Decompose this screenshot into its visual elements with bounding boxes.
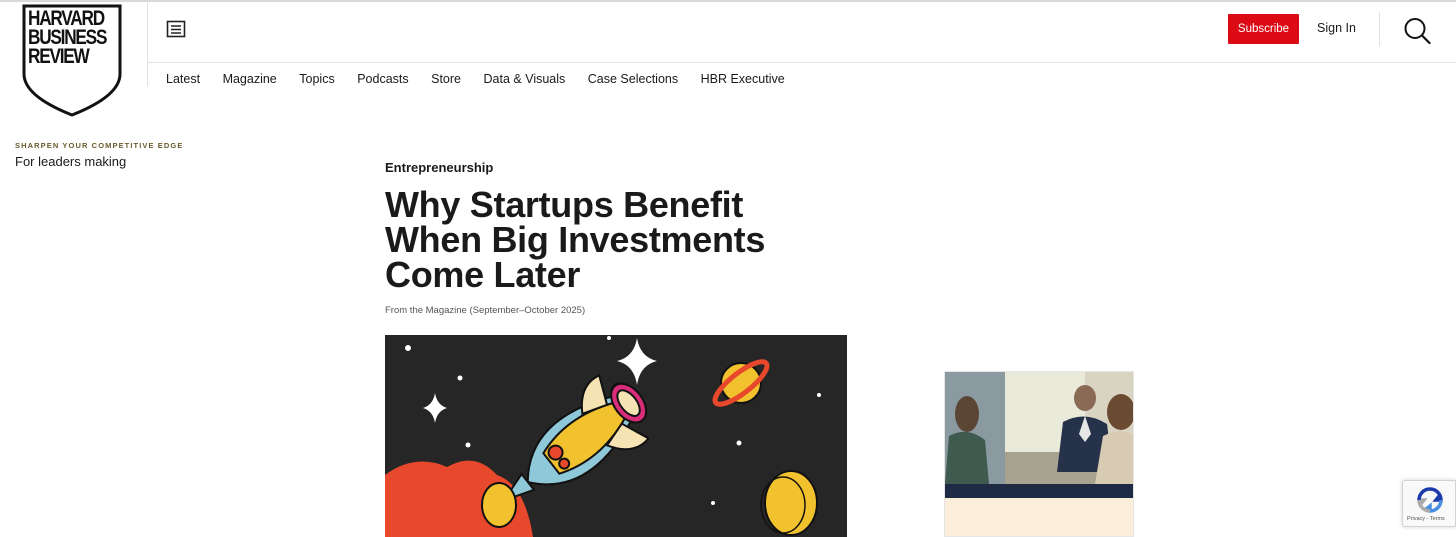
hbr-logo[interactable]: HARVARD BUSINESS REVIEW: [22, 4, 122, 118]
sign-in-link[interactable]: Sign In: [1317, 20, 1356, 36]
article-title: Why Startups Benefit When Big Investment…: [385, 184, 766, 295]
recaptcha-terms[interactable]: Privacy - Terms: [1407, 516, 1445, 522]
sidebar-ad[interactable]: [944, 371, 1134, 537]
search-divider: [1379, 12, 1380, 46]
nav-item-podcasts[interactable]: Podcasts: [357, 71, 408, 87]
article-topic-link[interactable]: Entrepreneurship: [385, 160, 493, 175]
nav-item-data-visuals[interactable]: Data & Visuals: [484, 71, 566, 87]
ad-kicker: SHARPEN YOUR COMPETITIVE EDGE: [15, 141, 184, 150]
top-border: [0, 0, 1456, 2]
subscribe-button[interactable]: Subscribe: [1228, 14, 1299, 44]
logo-wordmark: HARVARD BUSINESS REVIEW: [28, 8, 107, 68]
nav-item-store[interactable]: Store: [431, 71, 461, 87]
nav-item-magazine[interactable]: Magazine: [223, 71, 277, 87]
nav-item-topics[interactable]: Topics: [299, 71, 334, 87]
article-source: From the Magazine (September–October 202…: [385, 305, 586, 316]
nav-item-case-selections[interactable]: Case Selections: [588, 71, 678, 87]
logo-line-3: REVIEW: [28, 45, 90, 68]
ad-title: For leaders making: [15, 154, 127, 169]
ad-band: [945, 484, 1133, 498]
primary-nav: Latest Magazine Topics Podcasts Store Da…: [166, 71, 807, 87]
header-vertical-divider: [147, 0, 148, 86]
recaptcha-icon: [1417, 487, 1443, 513]
nav-item-hbr-executive[interactable]: HBR Executive: [701, 71, 785, 87]
recaptcha-badge[interactable]: Privacy - Terms: [1402, 480, 1456, 527]
hero-illustration: [385, 335, 847, 537]
ad-body: [945, 498, 1133, 536]
nav-item-latest[interactable]: Latest: [166, 71, 200, 87]
header-horizontal-divider: [148, 62, 1456, 63]
ad-photo: [945, 372, 1133, 484]
menu-icon[interactable]: [166, 20, 186, 38]
search-icon[interactable]: [1403, 17, 1431, 45]
